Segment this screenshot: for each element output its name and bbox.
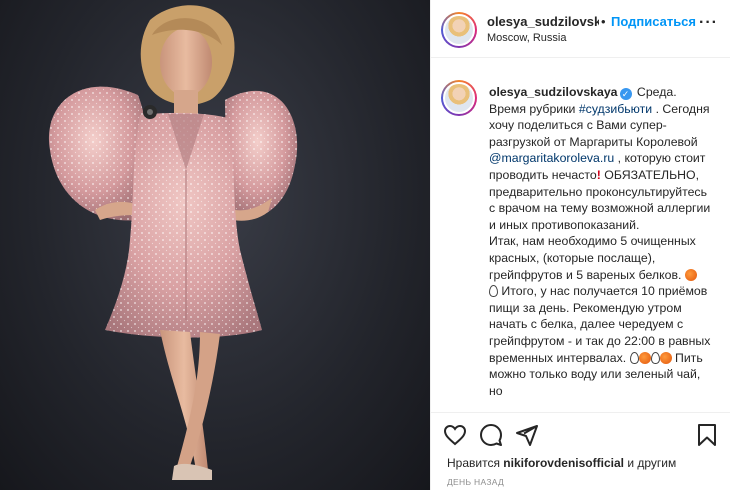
woman-in-pink-dress-image — [48, 5, 298, 480]
post-details-panel: olesya_sudzilovskaya • Подписаться Mosco… — [430, 0, 730, 490]
author-avatar[interactable] — [441, 12, 477, 48]
bookmark-icon[interactable] — [695, 423, 719, 447]
liker-username[interactable]: nikiforovdenisofficial — [503, 456, 624, 470]
more-options-icon[interactable]: ··· — [699, 14, 718, 32]
orange-emoji-icon — [659, 351, 672, 364]
separator-dot: • — [601, 14, 606, 29]
comments-section[interactable]: olesya_sudzilovskaya ✓ Среда. Время рубри… — [431, 58, 730, 412]
caption-author-avatar[interactable] — [441, 80, 477, 116]
heart-icon[interactable] — [443, 423, 467, 447]
follow-button[interactable]: Подписаться — [611, 14, 696, 29]
post-header: olesya_sudzilovskaya • Подписаться Mosco… — [431, 0, 730, 58]
post-actions: Нравится nikiforovdenisofficial и другим… — [431, 412, 730, 490]
egg-emoji-icon — [629, 351, 639, 364]
likes-summary: Нравится nikiforovdenisofficial и другим — [447, 456, 676, 470]
orange-emoji-icon — [638, 351, 651, 364]
post-photo[interactable] — [0, 0, 430, 490]
share-icon[interactable] — [515, 423, 539, 447]
comment-icon[interactable] — [479, 423, 503, 447]
caption-username[interactable]: olesya_sudzilovskaya — [489, 85, 618, 99]
egg-emoji-icon — [489, 285, 498, 298]
post-timestamp[interactable]: День назад — [447, 477, 504, 487]
orange-emoji-icon — [684, 268, 697, 281]
likes-prefix: Нравится — [447, 456, 504, 470]
egg-emoji-icon — [650, 351, 660, 364]
mention-link[interactable]: @margaritakoroleva.ru — [489, 151, 614, 165]
location-link[interactable]: Moscow, Russia — [487, 32, 566, 44]
author-username[interactable]: olesya_sudzilovskaya — [487, 14, 599, 29]
verified-badge-icon: ✓ — [619, 88, 632, 100]
post-caption: olesya_sudzilovskaya ✓ Среда. Время рубри… — [489, 84, 711, 399]
caption-text-4: ОБЯЗАТЕЛЬНО, предварительно проконсульти… — [489, 167, 711, 282]
likes-suffix[interactable]: и другим — [624, 456, 676, 470]
hashtag-link[interactable]: #судзибьюти — [579, 102, 652, 116]
